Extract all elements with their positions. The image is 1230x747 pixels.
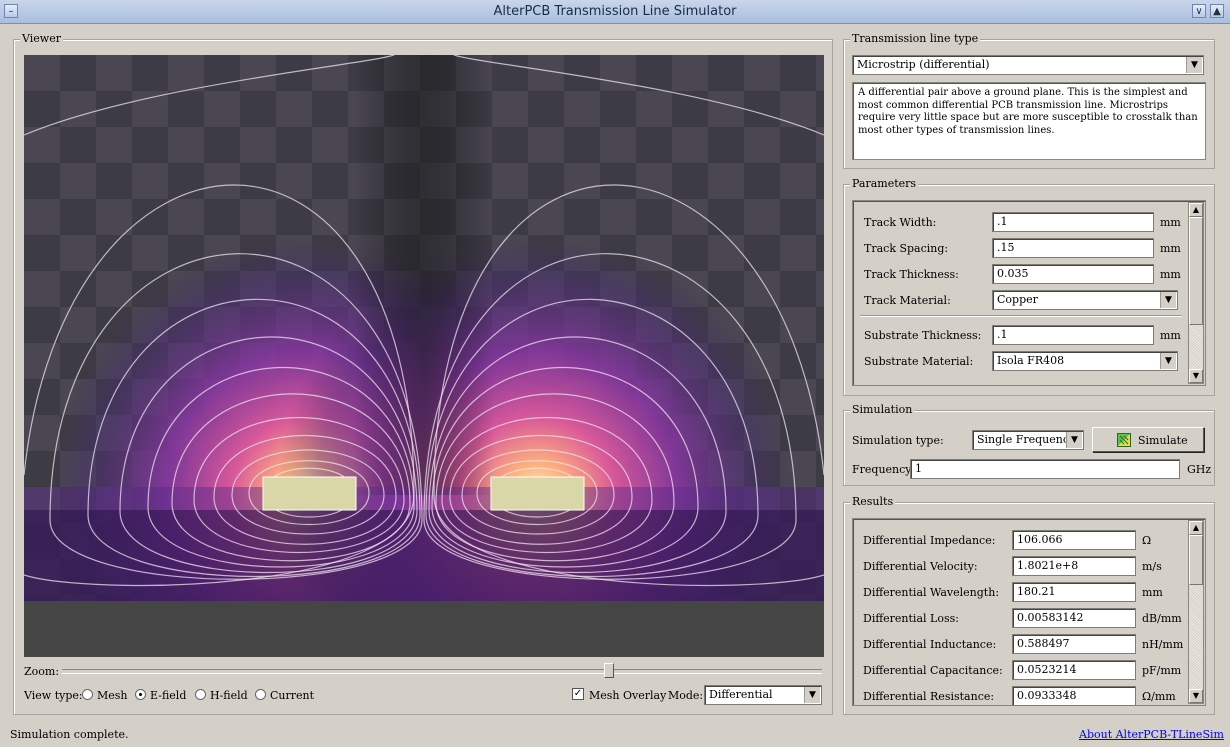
result-unit: nH/mm: [1142, 638, 1184, 651]
param-value: Copper: [997, 293, 1038, 306]
param-select[interactable]: Copper ▼: [992, 290, 1178, 310]
param-unit: mm: [1160, 268, 1181, 281]
chevron-down-icon[interactable]: ▼: [1160, 353, 1176, 369]
chevron-down-icon[interactable]: ▼: [804, 687, 820, 703]
result-unit: dB/mm: [1142, 612, 1182, 625]
tline-type-select[interactable]: Microstrip (differential) ▼: [852, 55, 1204, 75]
param-label: Track Material:: [864, 294, 951, 307]
result-label: Differential Impedance:: [863, 534, 996, 547]
result-label: Differential Velocity:: [863, 560, 978, 573]
viewer-label: Viewer: [20, 32, 63, 45]
mode-label: Mode:: [668, 689, 704, 702]
field-canvas[interactable]: [24, 55, 824, 657]
mesh-overlay-checkbox[interactable]: ✓: [572, 688, 584, 700]
param-input[interactable]: .1: [992, 325, 1154, 345]
param-input[interactable]: .15: [992, 238, 1154, 258]
frequency-label: Frequency:: [852, 463, 916, 476]
result-value[interactable]: 180.21: [1012, 582, 1136, 602]
scroll-down-icon[interactable]: ▼: [1189, 689, 1203, 703]
simulation-type-label: Simulation type:: [852, 434, 944, 447]
simulation-type-select[interactable]: Single Frequency ▼: [972, 430, 1084, 450]
about-link[interactable]: About AlterPCB-TLineSim: [1079, 728, 1224, 741]
simulate-label: Simulate: [1138, 434, 1188, 447]
zoom-slider-thumb[interactable]: [604, 663, 615, 678]
scroll-down-icon[interactable]: ▼: [1189, 369, 1203, 383]
tline-type-label: Transmission line type: [850, 32, 981, 45]
minimize-button[interactable]: ∨: [1192, 4, 1206, 18]
parameters-separator: [860, 315, 1182, 317]
parameters-scrollbar[interactable]: ▲ ▼: [1188, 202, 1204, 384]
result-unit: m/s: [1142, 560, 1162, 573]
param-select[interactable]: Isola FR408 ▼: [992, 351, 1178, 371]
param-label: Track Thickness:: [864, 268, 959, 281]
view-type-option-label: Mesh: [97, 689, 128, 702]
param-value: .1: [997, 215, 1008, 228]
mode-select[interactable]: Differential ▼: [704, 685, 822, 705]
simulation-label: Simulation: [850, 403, 915, 416]
view-type-label: View type:: [24, 689, 83, 702]
result-value[interactable]: 0.588497: [1012, 634, 1136, 654]
result-label: Differential Resistance:: [863, 690, 995, 703]
result-unit: mm: [1142, 586, 1163, 599]
frequency-input[interactable]: 1: [910, 459, 1180, 479]
chevron-down-icon[interactable]: ▼: [1186, 57, 1202, 73]
param-label: Track Spacing:: [864, 242, 949, 255]
view-type-option-label: H-field: [210, 689, 248, 702]
mode-value: Differential: [709, 688, 773, 701]
param-unit: mm: [1160, 242, 1181, 255]
zoom-slider-track[interactable]: [62, 669, 822, 674]
result-unit: Ω: [1142, 534, 1152, 547]
param-value: 0.035: [997, 267, 1029, 280]
chevron-down-icon[interactable]: ▼: [1160, 292, 1176, 308]
scroll-thumb[interactable]: [1189, 217, 1203, 325]
results-scrollbar[interactable]: ▲ ▼: [1188, 520, 1204, 704]
window-title: AlterPCB Transmission Line Simulator: [493, 4, 737, 19]
result-value[interactable]: 0.0933348: [1012, 686, 1136, 706]
simulate-icon: [1117, 433, 1131, 447]
mesh-overlay-label: Mesh Overlay: [589, 689, 667, 702]
param-label: Substrate Thickness:: [864, 329, 982, 342]
result-label: Differential Inductance:: [863, 638, 997, 651]
scroll-thumb[interactable]: [1189, 535, 1203, 585]
param-label: Substrate Material:: [864, 355, 974, 368]
simulate-button[interactable]: Simulate: [1092, 427, 1204, 452]
results-label: Results: [850, 495, 896, 508]
result-value[interactable]: 0.0523214: [1012, 660, 1136, 680]
result-label: Differential Capacitance:: [863, 664, 1003, 677]
result-label: Differential Wavelength:: [863, 586, 1000, 599]
view-type-radio-3[interactable]: [255, 689, 266, 700]
status-text: Simulation complete.: [10, 728, 129, 741]
view-type-radio-0[interactable]: [82, 689, 93, 700]
frequency-unit: GHz: [1187, 463, 1212, 476]
simulation-type-value: Single Frequency: [977, 433, 1076, 446]
scroll-up-icon[interactable]: ▲: [1189, 203, 1203, 217]
tline-type-value: Microstrip (differential): [857, 58, 990, 71]
param-unit: mm: [1160, 329, 1181, 342]
param-unit: mm: [1160, 216, 1181, 229]
result-value[interactable]: 1.8021e+8: [1012, 556, 1136, 576]
scroll-up-icon[interactable]: ▲: [1189, 521, 1203, 535]
param-label: Track Width:: [864, 216, 937, 229]
result-value[interactable]: 0.00583142: [1012, 608, 1136, 628]
chevron-down-icon[interactable]: ▼: [1066, 432, 1082, 448]
result-label: Differential Loss:: [863, 612, 959, 625]
parameters-label: Parameters: [850, 177, 919, 190]
param-value: Isola FR408: [997, 354, 1065, 367]
param-input[interactable]: 0.035: [992, 264, 1154, 284]
zoom-label: Zoom:: [24, 665, 60, 678]
title-bar: – AlterPCB Transmission Line Simulator ∨…: [0, 0, 1230, 24]
tline-description: A differential pair above a ground plane…: [852, 82, 1206, 160]
param-input[interactable]: .1: [992, 212, 1154, 232]
param-value: .1: [997, 328, 1008, 341]
view-type-option-label: E-field: [150, 689, 187, 702]
view-type-radio-1[interactable]: [135, 689, 146, 700]
param-value: .15: [997, 241, 1015, 254]
view-type-radio-2[interactable]: [195, 689, 206, 700]
maximize-button[interactable]: ▲: [1210, 4, 1224, 18]
result-value[interactable]: 106.066: [1012, 530, 1136, 550]
result-unit: Ω/mm: [1142, 690, 1176, 703]
view-type-option-label: Current: [270, 689, 315, 702]
field-visualization: [24, 55, 824, 657]
result-unit: pF/mm: [1142, 664, 1182, 677]
